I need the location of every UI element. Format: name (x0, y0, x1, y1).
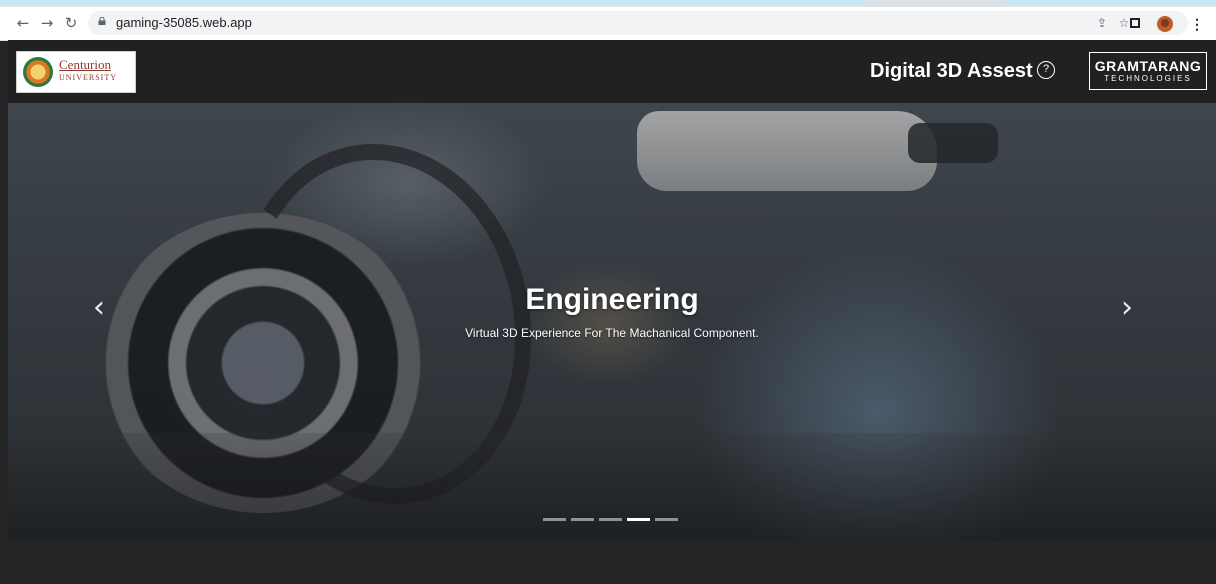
centurion-university-logo[interactable]: Centurion UNIVERSITY (16, 51, 136, 93)
carousel-indicator[interactable] (655, 518, 678, 521)
carousel-overlay (8, 103, 1216, 541)
browser-tab[interactable] (0, 0, 865, 5)
back-icon[interactable]: ← (14, 14, 32, 32)
browser-toolbar: ← → ↻ gaming-35085.web.app ⇪ ☆ ⋮ (0, 7, 1216, 41)
gramtarang-logo-line2: TECHNOLOGIES (1104, 74, 1192, 83)
page-title: Digital 3D Assest (870, 60, 1033, 82)
carousel-title: Engineering (525, 283, 699, 316)
browser-tab[interactable] (1005, 0, 1215, 5)
forward-icon[interactable]: → (38, 14, 56, 32)
carousel-indicator[interactable] (571, 518, 594, 521)
help-icon[interactable]: ? (1037, 61, 1055, 79)
browser-tab-strip (0, 0, 1216, 7)
carousel-subtitle: Virtual 3D Experience For The Machanical… (465, 326, 759, 340)
carousel-indicator[interactable] (627, 518, 650, 521)
side-panel-icon[interactable] (1130, 18, 1140, 28)
lock-icon (98, 17, 106, 25)
carousel-indicator[interactable] (543, 518, 566, 521)
menu-kebab-icon[interactable]: ⋮ (1190, 15, 1204, 33)
profile-avatar[interactable] (1157, 16, 1173, 32)
gramtarang-logo-line1: GRAMTARANG (1094, 58, 1202, 74)
site-header: Centurion UNIVERSITY Digital 3D Assest ?… (8, 40, 1216, 103)
university-wordmark: Centurion UNIVERSITY (59, 58, 117, 84)
hero-carousel: ‹ › Engineering Virtual 3D Experience Fo… (8, 103, 1216, 541)
reload-icon[interactable]: ↻ (62, 14, 80, 32)
address-bar[interactable]: gaming-35085.web.app ⇪ ☆ (88, 11, 1188, 35)
carousel-indicator[interactable] (599, 518, 622, 521)
university-emblem-icon (23, 57, 53, 87)
gramtarang-logo[interactable]: GRAMTARANG TECHNOLOGIES (1089, 52, 1207, 90)
url-text[interactable]: gaming-35085.web.app (116, 11, 252, 35)
logo-line2: UNIVERSITY (59, 73, 117, 82)
logo-line1: Centurion (59, 57, 111, 72)
share-icon[interactable]: ⇪ (1093, 14, 1111, 32)
carousel-indicators (543, 518, 678, 522)
